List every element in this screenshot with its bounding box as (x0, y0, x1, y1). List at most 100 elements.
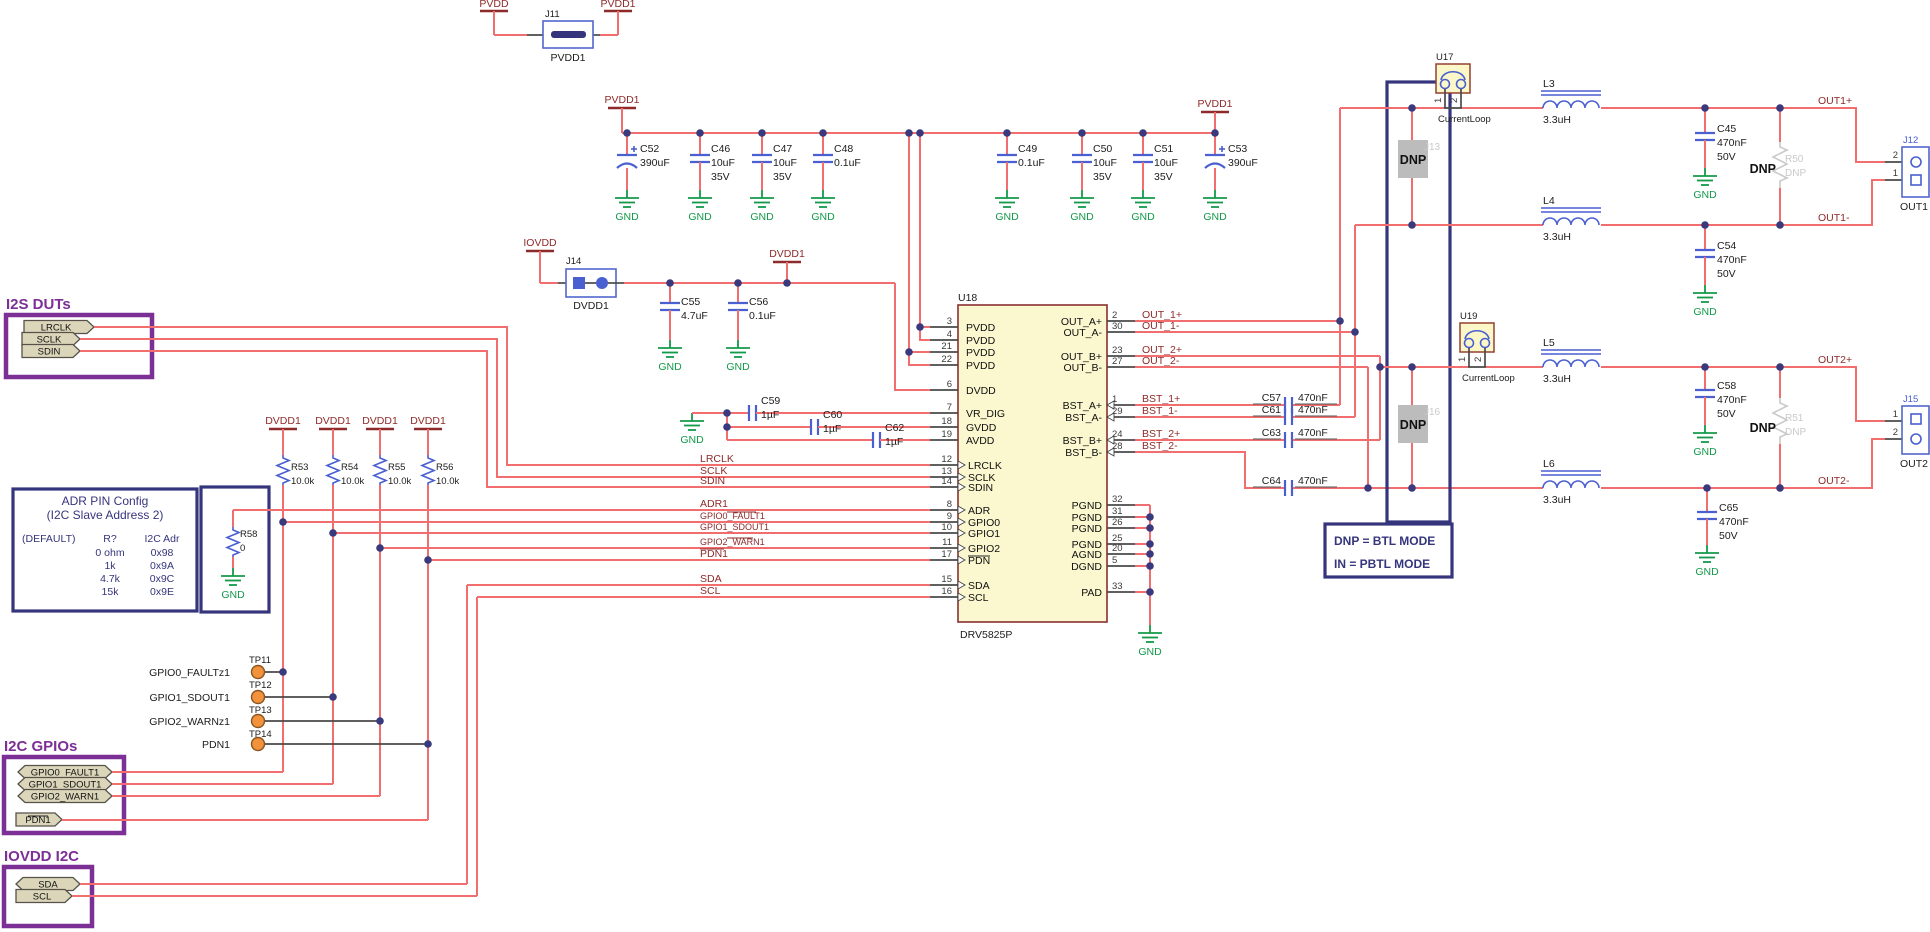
cap-c51-ref[interactable]: C51 (1154, 143, 1173, 155)
pin-name: SDA (968, 580, 990, 592)
j12-pin-top-number: 2 (1893, 150, 1898, 161)
cap-c52-ref[interactable]: C52 (640, 143, 659, 155)
testpoint-tp13[interactable] (252, 715, 265, 728)
u17-pin2-number: 2 (1449, 98, 1460, 103)
cap-c56-ref[interactable]: C56 (749, 296, 768, 308)
res-r54-value: 10.0k (341, 476, 364, 487)
gnd-label: GND (1695, 566, 1719, 578)
pin-name: DVDD (966, 385, 996, 397)
cap-c65-ref[interactable]: C65 (1719, 502, 1738, 514)
testpoint-tp12[interactable] (252, 691, 265, 704)
pin-name: VR_DIG (966, 408, 1005, 420)
cap-c59-ref[interactable]: C59 (761, 395, 780, 407)
dnp-j13-ref: J13 (1424, 142, 1441, 153)
wire-label-sdin: SDIN (700, 475, 725, 487)
pin-number: 10 (941, 522, 952, 533)
ind-l4-ref[interactable]: L4 (1543, 195, 1555, 207)
cap-c60-ref[interactable]: C60 (823, 409, 842, 421)
cap-c48-value: 0.1uF (834, 157, 861, 169)
pin-number: 5 (1112, 555, 1117, 566)
wire-label-bst-2m: BST_2- (1142, 440, 1178, 452)
testpoint-tp14[interactable] (252, 738, 265, 751)
cap-c51-voltage: 35V (1154, 171, 1173, 183)
cap-c53-ref[interactable]: C53 (1228, 143, 1247, 155)
cap-c50-value: 10uF (1093, 157, 1117, 169)
pin-name: AGND (1072, 549, 1103, 561)
pin-number: 2 (1112, 310, 1117, 321)
testpoint-tp11[interactable] (252, 666, 265, 679)
cap-c64-value: 470nF (1298, 475, 1328, 487)
u19-pin2-number: 2 (1473, 357, 1484, 362)
wire-label-pdn1: PDN1 (700, 548, 728, 560)
cap-c58-value: 470nF (1717, 394, 1747, 406)
cap-c52-value: 390uF (640, 157, 670, 169)
cap-c45-ref[interactable]: C45 (1717, 123, 1736, 135)
j15-ref: J15 (1903, 394, 1918, 405)
cap-c63-value: 470nF (1298, 427, 1328, 439)
res-r55-ref[interactable]: R55 (388, 462, 405, 473)
cap-c61-ref[interactable]: C61 (1262, 404, 1281, 416)
gnd-label: GND (658, 361, 682, 373)
cap-c57-ref[interactable]: C57 (1262, 392, 1281, 404)
cap-c64-ref[interactable]: C64 (1262, 475, 1281, 487)
j12-name: OUT1 (1900, 201, 1928, 213)
wire-label-gpio1-sdout1: GPIO1_SDOUT1 (700, 522, 769, 532)
adr-config-title: ADR PIN Config (62, 494, 149, 508)
cap-c50-ref[interactable]: C50 (1093, 143, 1112, 155)
cap-c55-ref[interactable]: C55 (681, 296, 700, 308)
res-r56-ref[interactable]: R56 (436, 462, 453, 473)
net-label-dvdd1: DVDD1 (315, 415, 351, 427)
cap-c65-voltage: 50V (1719, 530, 1738, 542)
gnd-label: GND (1693, 446, 1717, 458)
pin-name: BST_B+ (1063, 435, 1102, 447)
ind-l3-ref[interactable]: L3 (1543, 78, 1555, 90)
cap-c49-ref[interactable]: C49 (1018, 143, 1037, 155)
net-label-dvdd1: DVDD1 (410, 415, 446, 427)
net-label-dvdd1: DVDD1 (769, 248, 805, 260)
pin-name: LRCLK (968, 460, 1002, 472)
cap-c46-value: 10uF (711, 157, 735, 169)
adr-row-r: 4.7k (100, 573, 121, 585)
gnd-label: GND (1131, 211, 1155, 223)
cap-c65-value: 470nF (1719, 516, 1749, 528)
gnd-label: GND (221, 589, 245, 601)
cap-c48-ref[interactable]: C48 (834, 143, 853, 155)
net-tag-sdin-label: SDIN (38, 347, 61, 358)
pin-number: 7 (947, 402, 952, 413)
cap-c45-voltage: 50V (1717, 151, 1736, 163)
ind-l5-value: 3.3uH (1543, 373, 1571, 385)
pin-number: 16 (941, 586, 952, 597)
ind-l5-ref[interactable]: L5 (1543, 337, 1555, 349)
cap-c47-ref[interactable]: C47 (773, 143, 792, 155)
pin-name: PVDD (966, 347, 996, 359)
pin-name: PVDD (966, 322, 996, 334)
jumper-j14-pin1 (573, 277, 585, 289)
pin-name: PVDD (966, 360, 996, 372)
cap-c57-value: 470nF (1298, 392, 1328, 404)
schematic-canvas: PVDD PVDD1 J11 PVDD1 PVDD1 PVDD1 GND C52… (0, 0, 1930, 932)
u17-label: CurrentLoop (1438, 114, 1491, 125)
res-r53-ref[interactable]: R53 (291, 462, 308, 473)
cap-c62-value: 1µF (885, 436, 903, 448)
gnd-label: GND (680, 434, 704, 446)
wire-label-out2m: OUT2- (1818, 475, 1850, 487)
ind-l6-ref[interactable]: L6 (1543, 458, 1555, 470)
wire-label-out2p: OUT2+ (1818, 354, 1852, 366)
pin-number: 28 (1112, 441, 1123, 452)
cap-c54-ref[interactable]: C54 (1717, 240, 1736, 252)
cap-c63-ref[interactable]: C63 (1262, 427, 1281, 439)
dnp-j16-label: DNP (1400, 418, 1426, 432)
pin-name: GPIO2 (968, 543, 1000, 555)
net-tag-gpio2-warn1-label: GPIO2_WARN1 (31, 792, 99, 803)
j15-name: OUT2 (1900, 458, 1928, 470)
connector-j12[interactable] (1902, 147, 1929, 197)
res-r56-value: 10.0k (436, 476, 459, 487)
pin-name: DGND (1071, 561, 1102, 573)
i2c-gpios-title: I2C GPIOs (4, 738, 77, 755)
cap-c58-ref[interactable]: C58 (1717, 380, 1736, 392)
cap-c62-ref[interactable]: C62 (885, 422, 904, 434)
cap-c46-ref[interactable]: C46 (711, 143, 730, 155)
u17-ref: U17 (1436, 52, 1453, 63)
res-r58-ref[interactable]: R58 (240, 529, 257, 540)
res-r54-ref[interactable]: R54 (341, 462, 358, 473)
